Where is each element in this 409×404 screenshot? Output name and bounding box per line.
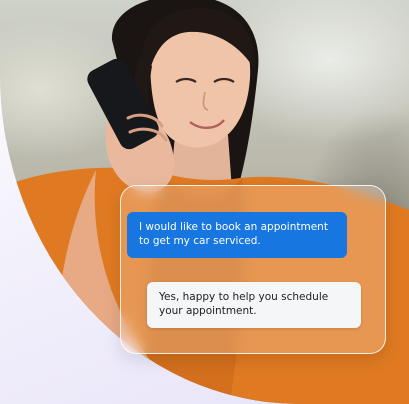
agent-message-text: Yes, happy to help you schedule your app… [159,291,329,317]
chat-panel [120,185,386,354]
user-message-text: I would like to book an appointment to g… [139,221,328,247]
user-message-bubble: I would like to book an appointment to g… [127,212,347,258]
agent-message-bubble: Yes, happy to help you schedule your app… [147,282,361,328]
hero-image-card: I would like to book an appointment to g… [0,0,409,404]
